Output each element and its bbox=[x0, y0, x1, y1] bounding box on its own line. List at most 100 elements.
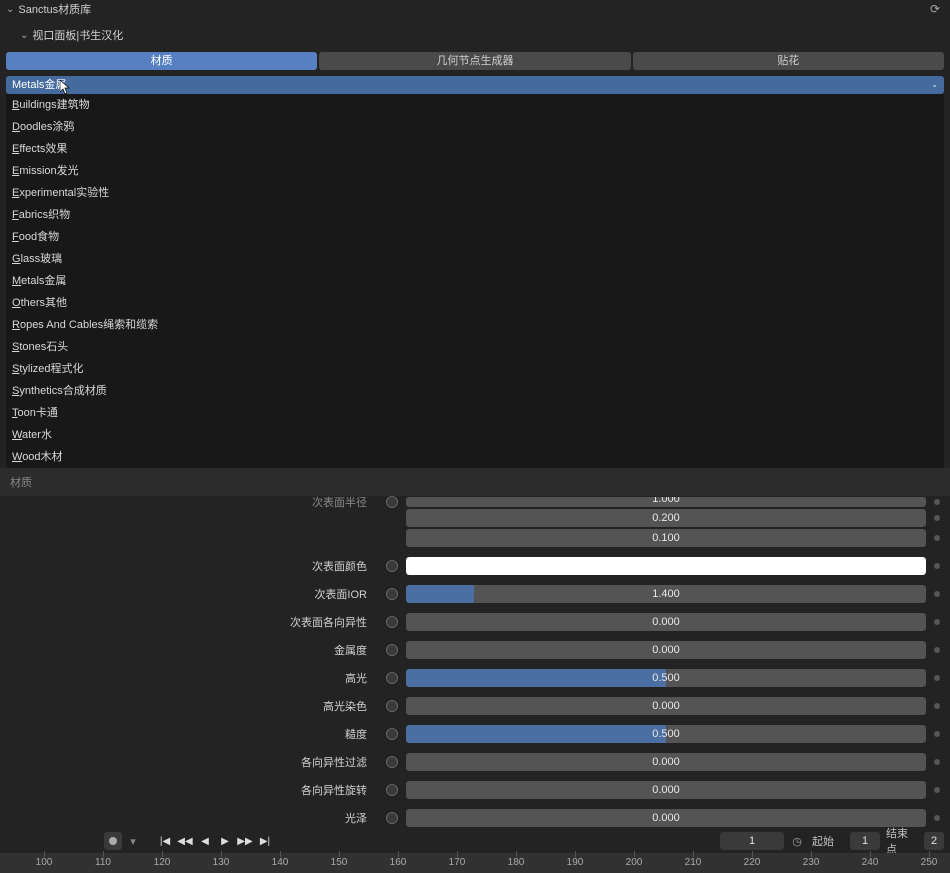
node-socket[interactable] bbox=[386, 496, 398, 508]
category-item[interactable]: Metals金属 bbox=[6, 270, 944, 292]
clock-icon[interactable]: ◷ bbox=[788, 832, 806, 850]
tab-material[interactable]: 材质 bbox=[6, 52, 317, 70]
prop-row: 0.200 bbox=[0, 508, 950, 528]
prop-row: 金属度 0.000 bbox=[0, 640, 950, 660]
prop-row: 次表面各向异性 0.000 bbox=[0, 612, 950, 632]
node-socket[interactable] bbox=[386, 812, 398, 824]
prop-label: 糙度 bbox=[0, 726, 375, 742]
color-swatch[interactable] bbox=[406, 557, 926, 575]
link-dot[interactable] bbox=[934, 563, 940, 569]
panel-header[interactable]: ⌄ Sanctus材质库 ⟳ bbox=[0, 0, 950, 18]
prop-slider[interactable]: 0.000 bbox=[406, 641, 926, 659]
prev-key-button[interactable]: ◀◀ bbox=[176, 832, 194, 850]
category-item[interactable]: Emission发光 bbox=[6, 160, 944, 182]
node-socket[interactable] bbox=[386, 672, 398, 684]
category-item[interactable]: Synthetics合成材质 bbox=[6, 380, 944, 402]
node-socket[interactable] bbox=[386, 560, 398, 572]
link-dot[interactable] bbox=[934, 591, 940, 597]
prop-slider[interactable]: 0.000 bbox=[406, 697, 926, 715]
end-frame-field[interactable]: 2 bbox=[924, 832, 944, 850]
link-dot[interactable] bbox=[934, 619, 940, 625]
node-socket[interactable] bbox=[386, 784, 398, 796]
chevron-down-icon: ⌄ bbox=[20, 30, 28, 41]
category-item[interactable]: Toon卡通 bbox=[6, 402, 944, 424]
start-label: 起始 bbox=[810, 833, 846, 849]
prop-label: 次表面各向异性 bbox=[0, 614, 375, 630]
tab-decals[interactable]: 贴花 bbox=[633, 52, 944, 70]
category-item[interactable]: Fabrics织物 bbox=[6, 204, 944, 226]
prop-slider[interactable]: 0.000 bbox=[406, 781, 926, 799]
category-dropdown[interactable]: Metals金属 ⌄ bbox=[6, 76, 944, 94]
category-item[interactable]: Buildings建筑物 bbox=[6, 94, 944, 116]
prop-slider[interactable]: 0.000 bbox=[406, 753, 926, 771]
prop-row: 高光染色 0.000 bbox=[0, 696, 950, 716]
category-item[interactable]: Wood木材 bbox=[6, 446, 944, 468]
prop-value: 0.100 bbox=[406, 529, 926, 547]
link-dot[interactable] bbox=[934, 703, 940, 709]
node-socket[interactable] bbox=[386, 644, 398, 656]
start-frame-field[interactable]: 1 bbox=[850, 832, 880, 850]
category-item[interactable]: Stylized程式化 bbox=[6, 358, 944, 380]
prop-slider[interactable]: 0.000 bbox=[406, 809, 926, 827]
subpanel-header[interactable]: ⌄ 视口面板|书生汉化 bbox=[0, 26, 950, 44]
section-label: 材质 bbox=[0, 468, 950, 496]
link-dot[interactable] bbox=[934, 515, 940, 521]
refresh-icon[interactable]: ⟳ bbox=[930, 2, 940, 16]
panel-title: Sanctus材质库 bbox=[18, 1, 91, 17]
timeline-ruler[interactable]: 1001101201301401501601701801902002102202… bbox=[0, 853, 950, 873]
node-socket[interactable] bbox=[386, 616, 398, 628]
play-reverse-button[interactable]: ◀ bbox=[196, 832, 214, 850]
prop-slider[interactable]: 0.500 bbox=[406, 725, 926, 743]
prop-slider[interactable]: 0.000 bbox=[406, 613, 926, 631]
prop-value: 1.000 bbox=[406, 497, 926, 507]
node-socket[interactable] bbox=[386, 588, 398, 600]
prop-label: 金属度 bbox=[0, 642, 375, 658]
category-item[interactable]: Water水 bbox=[6, 424, 944, 446]
prop-value: 0.500 bbox=[406, 725, 926, 743]
category-item[interactable]: Ropes And Cables绳索和缆索 bbox=[6, 314, 944, 336]
jump-end-button[interactable]: ▶| bbox=[256, 832, 274, 850]
jump-start-button[interactable]: |◀ bbox=[156, 832, 174, 850]
prop-value: 0.200 bbox=[406, 509, 926, 527]
category-item[interactable]: Food食物 bbox=[6, 226, 944, 248]
link-dot[interactable] bbox=[934, 787, 940, 793]
prop-label: 高光染色 bbox=[0, 698, 375, 714]
link-dot[interactable] bbox=[934, 815, 940, 821]
link-dot[interactable] bbox=[934, 535, 940, 541]
link-dot[interactable] bbox=[934, 731, 940, 737]
play-button[interactable]: ▶ bbox=[216, 832, 234, 850]
auto-key-button[interactable] bbox=[104, 832, 122, 850]
prop-value: 0.500 bbox=[406, 669, 926, 687]
category-item[interactable]: Stones石头 bbox=[6, 336, 944, 358]
category-item[interactable]: Glass玻璃 bbox=[6, 248, 944, 270]
prop-slider[interactable]: 0.200 bbox=[406, 509, 926, 527]
current-frame-field[interactable]: 1 bbox=[720, 832, 784, 850]
prop-slider[interactable]: 0.500 bbox=[406, 669, 926, 687]
keying-dropdown-icon[interactable]: ▾ bbox=[126, 832, 140, 850]
prop-label: 各向异性过滤 bbox=[0, 754, 375, 770]
prop-value: 0.000 bbox=[406, 753, 926, 771]
category-item[interactable]: Experimental实验性 bbox=[6, 182, 944, 204]
prop-value: 0.000 bbox=[406, 641, 926, 659]
next-key-button[interactable]: ▶▶ bbox=[236, 832, 254, 850]
node-socket[interactable] bbox=[386, 700, 398, 712]
node-socket[interactable] bbox=[386, 756, 398, 768]
prop-slider[interactable]: 0.100 bbox=[406, 529, 926, 547]
prop-row: 糙度 0.500 bbox=[0, 724, 950, 744]
prop-slider[interactable]: 1.000 bbox=[406, 497, 926, 507]
category-item[interactable]: Effects效果 bbox=[6, 138, 944, 160]
prop-value: 0.000 bbox=[406, 781, 926, 799]
prop-row: 次表面IOR 1.400 bbox=[0, 584, 950, 604]
link-dot[interactable] bbox=[934, 647, 940, 653]
prop-row: 次表面半径 1.000 bbox=[0, 496, 950, 508]
link-dot[interactable] bbox=[934, 759, 940, 765]
category-item[interactable]: Doodles涂鸦 bbox=[6, 116, 944, 138]
prop-slider[interactable]: 1.400 bbox=[406, 585, 926, 603]
link-dot[interactable] bbox=[934, 499, 940, 505]
category-item[interactable]: Others其他 bbox=[6, 292, 944, 314]
prop-label: 次表面IOR bbox=[0, 586, 375, 602]
tab-geometry-nodes[interactable]: 几何节点生成器 bbox=[319, 52, 630, 70]
node-socket[interactable] bbox=[386, 728, 398, 740]
prop-value: 0.000 bbox=[406, 809, 926, 827]
link-dot[interactable] bbox=[934, 675, 940, 681]
